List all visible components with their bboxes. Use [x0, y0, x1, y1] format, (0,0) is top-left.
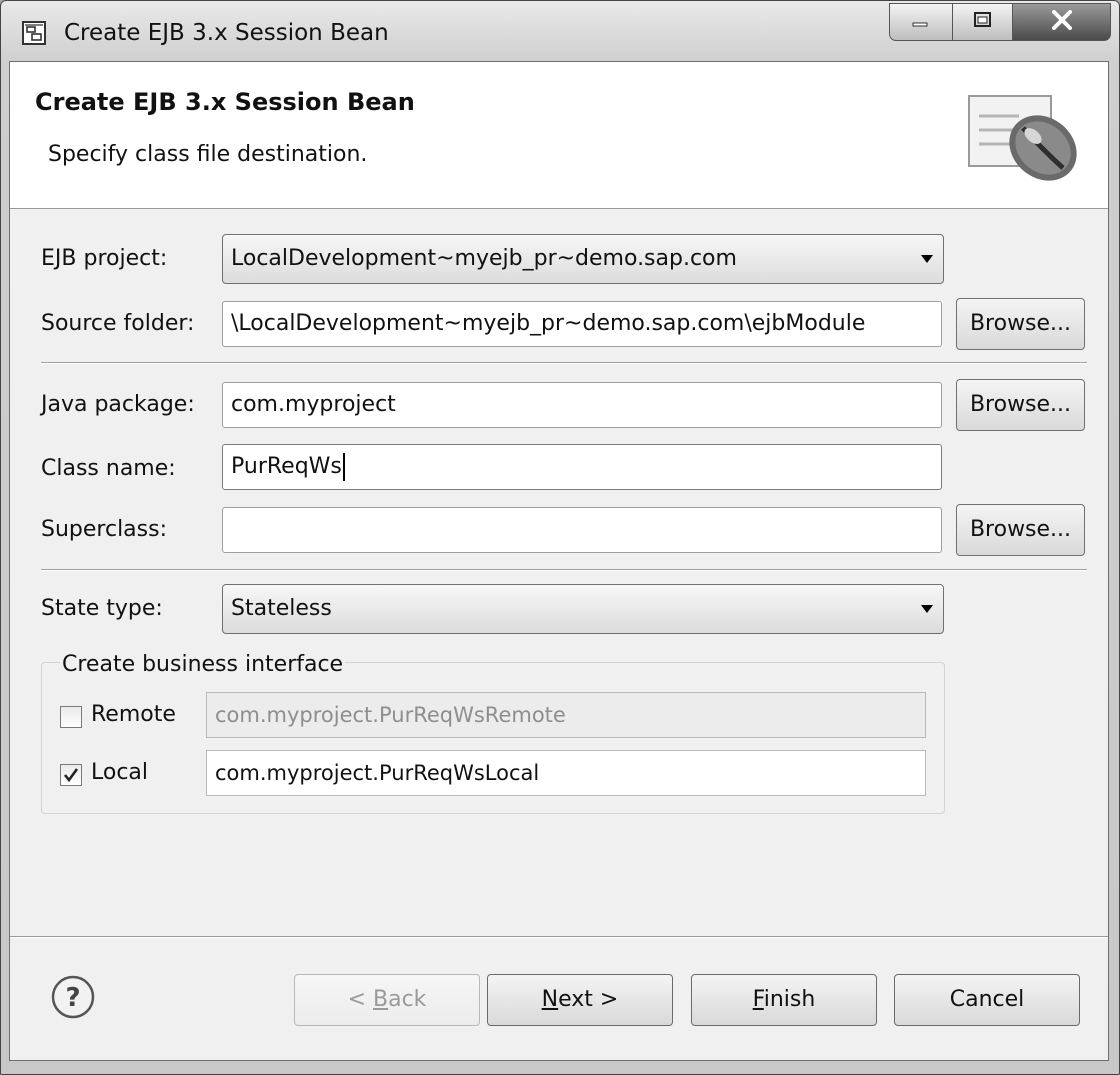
finish-button[interactable]: Finish — [691, 974, 877, 1026]
finish-mnemonic: F — [752, 987, 764, 1012]
wizard-frame: Create EJB 3.x Session Bean Specify clas… — [9, 61, 1109, 1061]
window-title: Create EJB 3.x Session Bean — [64, 20, 389, 46]
class-name-value: PurReqWs — [231, 454, 342, 479]
bean-icon — [965, 86, 1087, 190]
business-interface-title: Create business interface — [60, 650, 346, 680]
superclass-browse-button[interactable]: Browse... — [956, 504, 1085, 556]
title-bar[interactable]: Create EJB 3.x Session Bean — [1, 1, 1119, 63]
close-icon — [1051, 10, 1073, 34]
ejb-project-combo[interactable]: LocalDevelopment~myejb_pr~demo.sap.com — [222, 234, 944, 284]
wizard-window-icon — [22, 21, 46, 45]
minimize-button[interactable] — [889, 3, 953, 41]
wizard-banner: Create EJB 3.x Session Bean Specify clas… — [10, 62, 1108, 209]
chevron-down-icon — [921, 255, 933, 263]
superclass-input[interactable] — [222, 507, 942, 553]
next-mnemonic: N — [541, 987, 559, 1012]
source-folder-input[interactable]: \LocalDevelopment~myejb_pr~demo.sap.com\… — [222, 301, 942, 347]
ejb-project-value: LocalDevelopment~myejb_pr~demo.sap.com — [231, 246, 737, 271]
maximize-button[interactable] — [953, 3, 1013, 41]
ejb-project-label: EJB project: — [41, 246, 168, 271]
banner-title: Create EJB 3.x Session Bean — [35, 88, 415, 116]
back-prefix: < — [347, 987, 373, 1012]
button-bar-separator — [10, 936, 1108, 938]
source-folder-label: Source folder: — [41, 311, 195, 336]
help-icon[interactable]: ? — [50, 974, 96, 1020]
java-package-input[interactable]: com.myproject — [222, 382, 942, 428]
banner-subtitle: Specify class file destination. — [48, 142, 368, 167]
separator — [41, 569, 1087, 571]
svg-text:?: ? — [65, 983, 80, 1013]
local-checkbox[interactable] — [60, 764, 82, 786]
back-button[interactable]: < Back — [294, 974, 480, 1026]
superclass-label: Superclass: — [41, 517, 167, 542]
source-folder-browse-button[interactable]: Browse... — [956, 298, 1085, 350]
java-package-browse-button[interactable]: Browse... — [956, 379, 1085, 431]
back-mnemonic: B — [373, 987, 389, 1012]
local-label[interactable]: Local — [91, 758, 148, 788]
text-cursor — [342, 453, 345, 481]
minimize-icon — [911, 13, 931, 32]
remote-interface-input[interactable]: com.myproject.PurReqWsRemote — [206, 692, 926, 738]
remote-label[interactable]: Remote — [91, 700, 176, 730]
chevron-down-icon — [921, 605, 933, 613]
state-type-value: Stateless — [231, 596, 332, 621]
next-button[interactable]: Next > — [487, 974, 673, 1026]
maximize-icon — [973, 11, 993, 33]
cancel-button[interactable]: Cancel — [894, 974, 1080, 1026]
checkmark-icon — [63, 768, 79, 783]
class-name-input[interactable]: PurReqWs — [222, 444, 942, 490]
class-name-label: Class name: — [41, 456, 176, 481]
wizard-window: Create EJB 3.x Session Bean Create EJB 3… — [0, 0, 1120, 1075]
next-label-rest: ext > — [558, 987, 619, 1012]
separator — [41, 362, 1087, 364]
java-package-label: Java package: — [41, 392, 195, 417]
state-type-combo[interactable]: Stateless — [222, 584, 944, 634]
finish-label-rest: inish — [763, 987, 816, 1012]
state-type-label: State type: — [41, 596, 163, 621]
local-interface-input[interactable]: com.myproject.PurReqWsLocal — [206, 750, 926, 796]
window-controls — [889, 3, 1111, 41]
back-label-rest: ack — [388, 987, 427, 1012]
remote-checkbox[interactable] — [60, 706, 82, 728]
close-button[interactable] — [1013, 3, 1111, 41]
